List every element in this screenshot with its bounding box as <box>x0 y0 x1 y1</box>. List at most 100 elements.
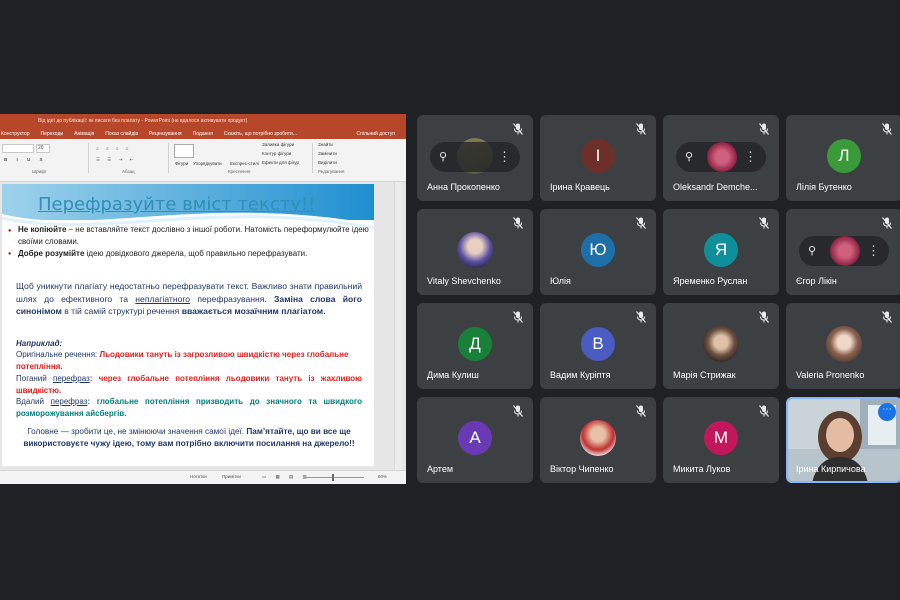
status-bar: Нотатки Примітки ▭ ▦ ▤ ▥ 80% <box>0 470 406 484</box>
shape-fill-button[interactable]: Заливка фігури <box>262 142 294 147</box>
list-icons[interactable]: ☰ ☰ ⇥ ⇤ <box>96 157 136 163</box>
tab-view[interactable]: Подання <box>192 131 214 137</box>
participant-tile[interactable]: Vitaly Shevchenko <box>417 209 533 295</box>
avatar: Л <box>827 139 861 173</box>
participant-name: Єгор Лікін <box>796 276 837 286</box>
pin-icon[interactable]: ⚲ <box>808 245 816 257</box>
font-format-icons[interactable]: B I U S <box>4 157 47 162</box>
share-button[interactable]: Спільний доступ <box>356 131 396 137</box>
self-video-tile[interactable]: ⋯ Ірина Кирпичова <box>786 397 900 483</box>
avatar <box>457 232 493 268</box>
participant-tile[interactable]: Я Яременко Руслан <box>663 209 779 295</box>
zoom-level[interactable]: 80% <box>378 474 387 479</box>
bullet-icon: ● <box>8 251 12 257</box>
pin-icon[interactable]: ⚲ <box>439 151 447 163</box>
tile-hover-controls: ⚲ ⋮ <box>799 236 889 266</box>
participant-tile[interactable]: І Ірина Кравець <box>540 115 656 201</box>
slide-good-paraphrase: Вдалий перефраз: глобальне потепління пр… <box>16 397 362 418</box>
shapes-button[interactable]: Фігури <box>175 161 188 166</box>
pin-icon[interactable]: ⚲ <box>685 151 693 163</box>
mic-off-icon <box>882 217 892 229</box>
mic-off-icon <box>513 123 523 135</box>
mic-off-icon <box>513 311 523 323</box>
group-paragraph-label: Абзац <box>122 169 135 174</box>
zoom-slider-thumb[interactable] <box>332 474 334 481</box>
participant-tile[interactable]: Д Дима Кулиш <box>417 303 533 389</box>
participant-name: Ірина Кирпичова <box>796 464 866 474</box>
participant-tile[interactable]: М Микита Луков <box>663 397 779 483</box>
comments-button[interactable]: Примітки <box>222 474 241 479</box>
tab-animation[interactable]: Анімація <box>73 131 95 137</box>
arrange-button[interactable]: Упорядкувати <box>193 161 222 166</box>
participant-tile[interactable]: В Вадим Куріптя <box>540 303 656 389</box>
more-vert-icon[interactable]: ⋮ <box>744 148 757 166</box>
tab-slideshow[interactable]: Показ слайдів <box>104 131 139 137</box>
slide-paragraph-1: Щоб уникнути плагіату недостатньо перефр… <box>16 281 362 317</box>
replace-button[interactable]: Замінити <box>318 151 337 156</box>
slide-title: Перефразуйте вміст тексту!! <box>38 194 316 215</box>
participant-tile[interactable]: Л Лілія Бутенко <box>786 115 900 201</box>
mic-off-icon <box>513 405 523 417</box>
participant-name: Ірина Кравець <box>550 182 610 192</box>
slide-canvas: Перефразуйте вміст тексту!! ● Не копіюйт… <box>0 182 406 482</box>
participant-tile[interactable]: Марія Стрижак <box>663 303 779 389</box>
participant-tile[interactable]: ⚲ ⋮ Єгор Лікін <box>786 209 900 295</box>
participant-tile[interactable]: Ю Юлія <box>540 209 656 295</box>
mic-off-icon <box>759 217 769 229</box>
participant-name: Oleksandr Demche... <box>673 182 758 192</box>
tile-hover-controls: ⚲ ⋮ <box>676 142 766 172</box>
notes-button[interactable]: Нотатки <box>190 474 207 479</box>
avatar: М <box>704 421 738 455</box>
slide-conclusion: Головне — зробити це, не змінюючи значен… <box>23 427 355 448</box>
slide-bad-paraphrase: Поганий перефраз: через глобальне потепл… <box>16 374 363 395</box>
quick-styles-button[interactable]: Експрес-стилі <box>230 161 259 166</box>
participant-name: Анна Прокопенко <box>427 182 500 192</box>
font-name-box[interactable] <box>2 144 34 153</box>
slide-original-sentence: Оригінальне речення: Льодовики тануть із… <box>16 350 349 371</box>
mic-off-icon <box>636 123 646 135</box>
participant-tile[interactable]: ⚲ ⋮ Oleksandr Demche... <box>663 115 779 201</box>
participant-tile[interactable]: Віктор Чипенко <box>540 397 656 483</box>
select-button[interactable]: Виділити <box>318 160 337 165</box>
tell-me-search[interactable]: Скажіть, що потрібно зробити... <box>223 131 298 137</box>
mic-off-icon <box>882 123 892 135</box>
more-vert-icon[interactable]: ⋮ <box>867 242 880 260</box>
shapes-gallery-icon[interactable] <box>174 144 194 158</box>
ribbon: 20 B I U S ≡ ≡ ≡ ≡ ☰ ☰ ⇥ ⇤ Фігури Упоряд… <box>0 139 406 182</box>
find-button[interactable]: Знайти <box>318 142 333 147</box>
bullet-icon: ● <box>8 228 12 234</box>
participant-tile[interactable]: А Артем <box>417 397 533 483</box>
powerpoint-title-bar: Від ідеї до публікації: як писати без пл… <box>0 114 406 128</box>
mic-off-icon <box>882 311 892 323</box>
slide-bullet-2: Добре розумійте ідею довідкового джерела… <box>18 249 308 258</box>
avatar <box>826 326 862 362</box>
slide-example-label: Наприклад: <box>16 339 63 348</box>
slide-scrollbar[interactable] <box>394 182 402 482</box>
tab-design[interactable]: Конструктор <box>0 131 31 137</box>
shape-effects-button[interactable]: Ефекти для фігур <box>262 160 299 165</box>
paragraph-align-icons[interactable]: ≡ ≡ ≡ ≡ <box>96 146 131 151</box>
mic-off-icon <box>636 311 646 323</box>
avatar <box>703 326 739 362</box>
participant-name: Юлія <box>550 276 571 286</box>
participant-tile[interactable]: ⚲ ⋮ Анна Прокопенко <box>417 115 533 201</box>
shape-outline-button[interactable]: Контур фігури <box>262 151 291 156</box>
mic-off-icon <box>759 123 769 135</box>
participant-name: Марія Стрижак <box>673 370 736 380</box>
font-size-box[interactable]: 20 <box>36 144 50 153</box>
participant-name: Яременко Руслан <box>673 276 748 286</box>
zoom-slider[interactable] <box>304 477 364 478</box>
more-vert-icon[interactable]: ⋯ <box>878 403 896 421</box>
participant-tile[interactable]: Valeria Pronenko <box>786 303 900 389</box>
ribbon-tabs: Конструктор Переходи Анімація Показ слай… <box>0 128 406 139</box>
tab-review[interactable]: Рецензування <box>148 131 183 137</box>
avatar: А <box>458 421 492 455</box>
group-drawing-label: Креслення <box>228 169 251 174</box>
participant-name: Vitaly Shevchenko <box>427 276 501 286</box>
more-vert-icon[interactable]: ⋮ <box>498 148 511 166</box>
tab-transitions[interactable]: Переходи <box>40 131 65 137</box>
divider <box>312 143 313 173</box>
group-editing-label: Редагування <box>318 169 345 174</box>
participant-name: Микита Луков <box>673 464 731 474</box>
avatar: І <box>581 139 615 173</box>
